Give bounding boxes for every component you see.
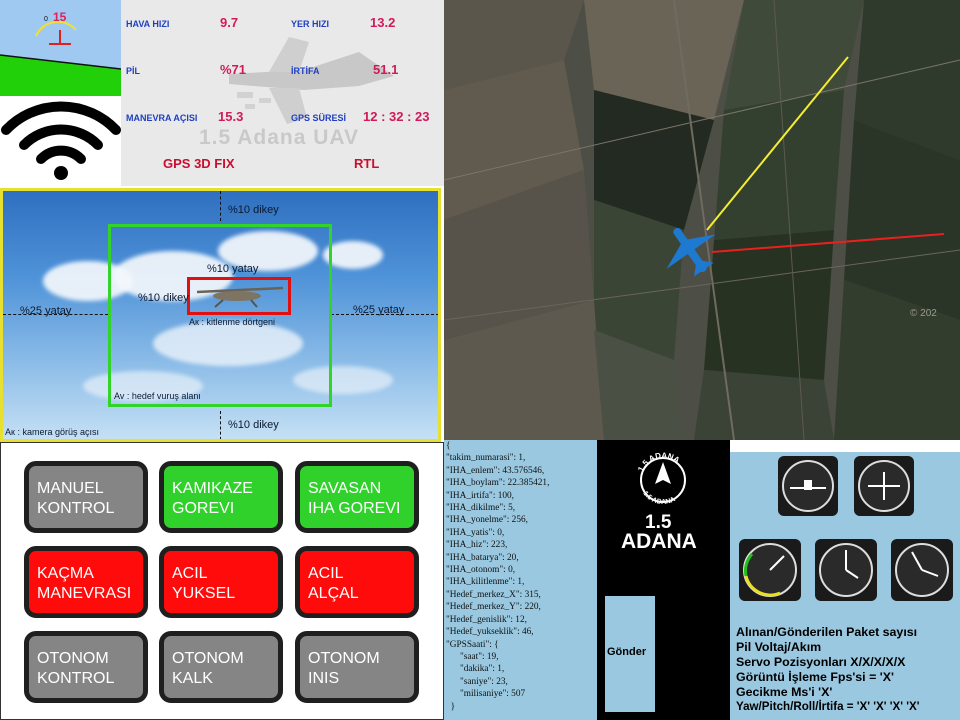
info-line: Yaw/Pitch/Roll/İrtifa = 'X' 'X' 'X' 'X' (736, 700, 920, 713)
info-line: Pil Voltaj/Akım (736, 640, 822, 654)
logo-line2: ADANA (621, 530, 697, 553)
gps-time-value: 12 : 32 : 23 (363, 109, 430, 124)
telemetry-json-panel: { "takim_numarasi": 1, "IHA_enlem": 43.5… (444, 440, 597, 720)
info-line: Alınan/Gönderilen Paket sayısı (736, 625, 918, 639)
attitude-indicator: 15 0 (0, 0, 121, 96)
maneuver-angle-label: MANEVRA AÇISI (126, 113, 198, 123)
left-horizontal-label: %25 yatay (20, 305, 72, 317)
cloud (323, 241, 383, 269)
send-button-label: Gönder (607, 646, 647, 658)
bottom-vertical-label: %10 dikey (228, 419, 279, 431)
guide-line-top (220, 191, 221, 221)
badge-bottom-text: 1.5 ADANA (641, 490, 676, 506)
flight-mode-status: RTL (354, 156, 380, 171)
info-line: Görüntü İşleme Fps'si = 'X' (736, 670, 894, 684)
button-line1: KAMIKAZE (172, 480, 253, 497)
zero-mark: 0 (44, 16, 48, 23)
svg-text:1.5 ADANA: 1.5 ADANA (636, 451, 681, 473)
button-line2: KONTROL (37, 500, 115, 517)
combat-uav-mission-button[interactable]: SAVASAN IHA GOREVI (295, 461, 419, 533)
button-line2: GOREVI (172, 500, 235, 517)
guide-line-bottom (220, 411, 221, 439)
button-line2: KALK (172, 670, 213, 687)
button-line1: MANUEL (37, 480, 104, 497)
badge-top-text: 1.5 ADANA (636, 451, 681, 473)
signal-panel (0, 96, 121, 186)
airspeed-gauge-icon (739, 539, 801, 601)
inner-vertical-label: %10 dikey (138, 292, 189, 304)
manual-control-button[interactable]: MANUEL KONTROL (24, 461, 148, 533)
altitude-value: 51.1 (373, 62, 399, 77)
button-line2: IHA GOREVI (308, 500, 401, 517)
top-vertical-label: %10 dikey (228, 204, 279, 216)
button-line1: OTONOM (308, 650, 380, 667)
info-line: Servo Pozisyonları X/X/X/X/X (736, 655, 906, 669)
team-logo-panel: 1.5 ADANA 1.5 ADANA 1.5 ADANA Gönder (597, 440, 730, 720)
team-badge-icon: 1.5 ADANA 1.5 ADANA (636, 451, 686, 506)
svg-text:1.5 ADANA: 1.5 ADANA (641, 490, 676, 506)
autonomous-landing-button[interactable]: OTONOM INIS (295, 631, 419, 703)
status-info-box: Alınan/Gönderilen Paket sayısı Pil Volta… (730, 611, 960, 720)
right-horizontal-label: %25 yatay (353, 304, 405, 316)
airspeed-value: 9.7 (220, 15, 239, 30)
pitch-readout: 15 (53, 10, 67, 24)
airspeed-label: HAVA HIZI (126, 19, 170, 29)
autonomous-takeoff-button[interactable]: OTONOM KALK (159, 631, 283, 703)
evasive-maneuver-button[interactable]: KAÇMA MANEVRASI (24, 546, 148, 618)
info-line: Gecikme Ms'i 'X' (736, 685, 833, 699)
groundspeed-label: YER HIZI (291, 19, 330, 29)
inner-horizontal-label: %10 yatay (207, 263, 259, 275)
button-line1: OTONOM (37, 650, 109, 667)
altitude-label: İRTİFA (291, 66, 320, 76)
button-line1: ACIL (172, 565, 208, 582)
telemetry-panel: 1.5 Adana UAV HAVA HIZI 9.7 YER HIZI 13.… (121, 0, 444, 186)
emergency-descend-button[interactable]: ACIL ALÇAL (295, 546, 419, 618)
battery-label: PİL (126, 66, 141, 76)
gps-fix-status: GPS 3D FIX (163, 156, 235, 171)
attitude-gauge-icon (778, 456, 838, 516)
autonomous-control-button[interactable]: OTONOM KONTROL (24, 631, 148, 703)
button-line2: KONTROL (37, 670, 115, 687)
maneuver-angle-value: 15.3 (218, 109, 244, 124)
button-line2: YUKSEL (172, 585, 236, 602)
lock-box-label: Aк : kitlenme dörtgeni (189, 317, 275, 327)
map-view[interactable]: © 202 (444, 0, 960, 440)
button-line2: ALÇAL (308, 585, 359, 602)
instrument-panel: Alınan/Gönderilen Paket sayısı Pil Volta… (730, 440, 960, 720)
map-watermark: © 202 (910, 308, 937, 319)
emergency-climb-button[interactable]: ACIL YUKSEL (159, 546, 283, 618)
telemetry-json-text: { "takim_numarasi": 1, "IHA_enlem": 43.5… (446, 441, 550, 712)
altimeter-gauge-icon (815, 539, 877, 601)
button-line1: SAVASAN (308, 480, 382, 497)
drone-target-icon (196, 286, 284, 308)
target-area-box (108, 224, 332, 407)
button-line1: OTONOM (172, 650, 244, 667)
wifi-icon (1, 101, 121, 180)
gauge-cluster (730, 452, 960, 616)
gps-time-label: GPS SÜRESİ (291, 113, 347, 123)
watermark-text: 1.5 Adana UAV (199, 126, 360, 149)
button-line2: INIS (308, 670, 340, 687)
satellite-map[interactable] (444, 0, 960, 440)
camera-view-label: Aк : kamera görüş açısı (5, 427, 99, 437)
heading-gauge-icon (891, 539, 953, 601)
button-line2: MANEVRASI (37, 585, 132, 602)
turn-coordinator-icon (854, 456, 914, 516)
button-line1: ACIL (308, 565, 344, 582)
camera-view: %10 dikey %10 dikey %25 yatay %25 yatay … (0, 188, 441, 442)
gauges (739, 456, 953, 601)
button-line1: KAÇMA (37, 565, 94, 582)
target-area-label: Av : hedef vuruş alanı (114, 391, 201, 401)
kamikaze-mission-button[interactable]: KAMIKAZE GOREVI (159, 461, 283, 533)
groundspeed-value: 13.2 (370, 15, 396, 30)
battery-value: %71 (220, 62, 247, 77)
command-buttons-panel: MANUEL KONTROL KAMIKAZE GOREVI SAVASAN IHA … (0, 442, 444, 720)
